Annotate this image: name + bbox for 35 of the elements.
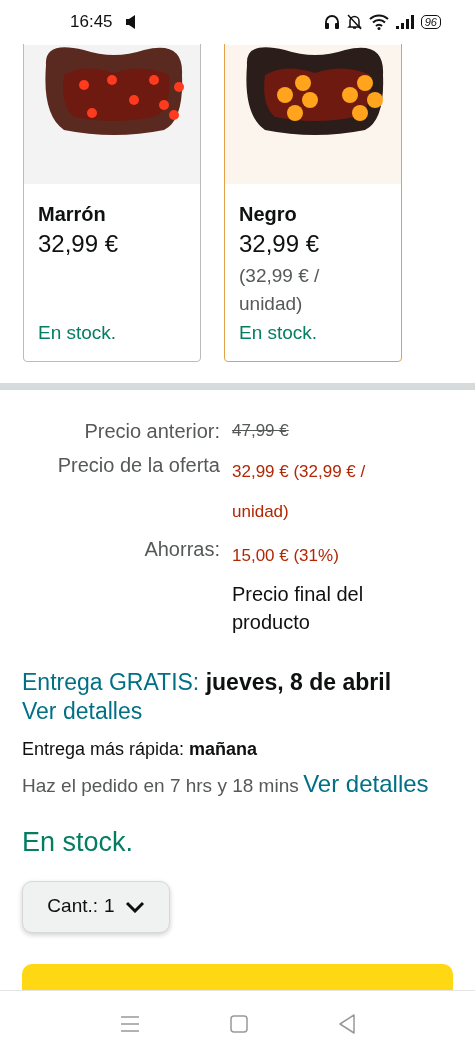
price-label: Precio de la oferta — [57, 453, 220, 478]
order-deadline-text: Haz el pedido en 7 hrs y 18 mins Ver detalles — [22, 769, 430, 799]
speaker-icon — [124, 15, 137, 29]
battery-indicator: 96 — [420, 15, 441, 29]
variant-name: Marrón — [38, 202, 106, 227]
delivery-date: jueves, 8 de abril — [205, 669, 392, 695]
home-icon[interactable] — [229, 1014, 248, 1033]
price-label: Precio anterior: — [84, 419, 220, 444]
stock-status: En stock. — [38, 320, 117, 345]
stock-status: En stock. — [22, 826, 134, 859]
offer-price: 32,99 € (32,99 € / unidad) — [232, 461, 367, 523]
wifi-icon — [368, 14, 389, 30]
price-note: Precio final del producto — [232, 582, 365, 635]
quantity-dropdown[interactable]: Cant.: 1 — [22, 880, 170, 933]
signal-icon — [395, 15, 414, 29]
status-time: 16:45 — [70, 11, 113, 34]
stock-status: En stock. — [239, 320, 318, 345]
variant-card[interactable]: Negro 32,99 € (32,99 € / unidad) En stock. — [224, 44, 402, 362]
chevron-down-icon — [124, 900, 145, 913]
variant-name: Negro — [239, 202, 297, 227]
bell-off-icon — [346, 14, 362, 30]
menu-icon[interactable] — [119, 1014, 140, 1033]
back-icon[interactable] — [337, 1013, 356, 1034]
variant-card[interactable]: Marrón 32,99 € En stock. — [23, 44, 201, 362]
unit-price: (32,99 € / unidad) — [239, 264, 321, 316]
old-price: 47,99 € — [232, 420, 289, 442]
headphones-icon — [323, 14, 340, 30]
variant-price: 32,99 € — [38, 229, 119, 259]
delivery-label: Entrega GRATIS: — [22, 669, 200, 695]
fastest-delivery-text: Entrega más rápida: mañana — [22, 738, 258, 761]
details-link[interactable]: Ver detalles — [22, 697, 143, 726]
details-link[interactable]: Ver detalles — [303, 770, 429, 797]
price-label: Ahorras: — [144, 537, 220, 562]
offer-price: 15,00 € (31%) — [232, 545, 339, 567]
variant-price: 32,99 € — [239, 229, 320, 259]
